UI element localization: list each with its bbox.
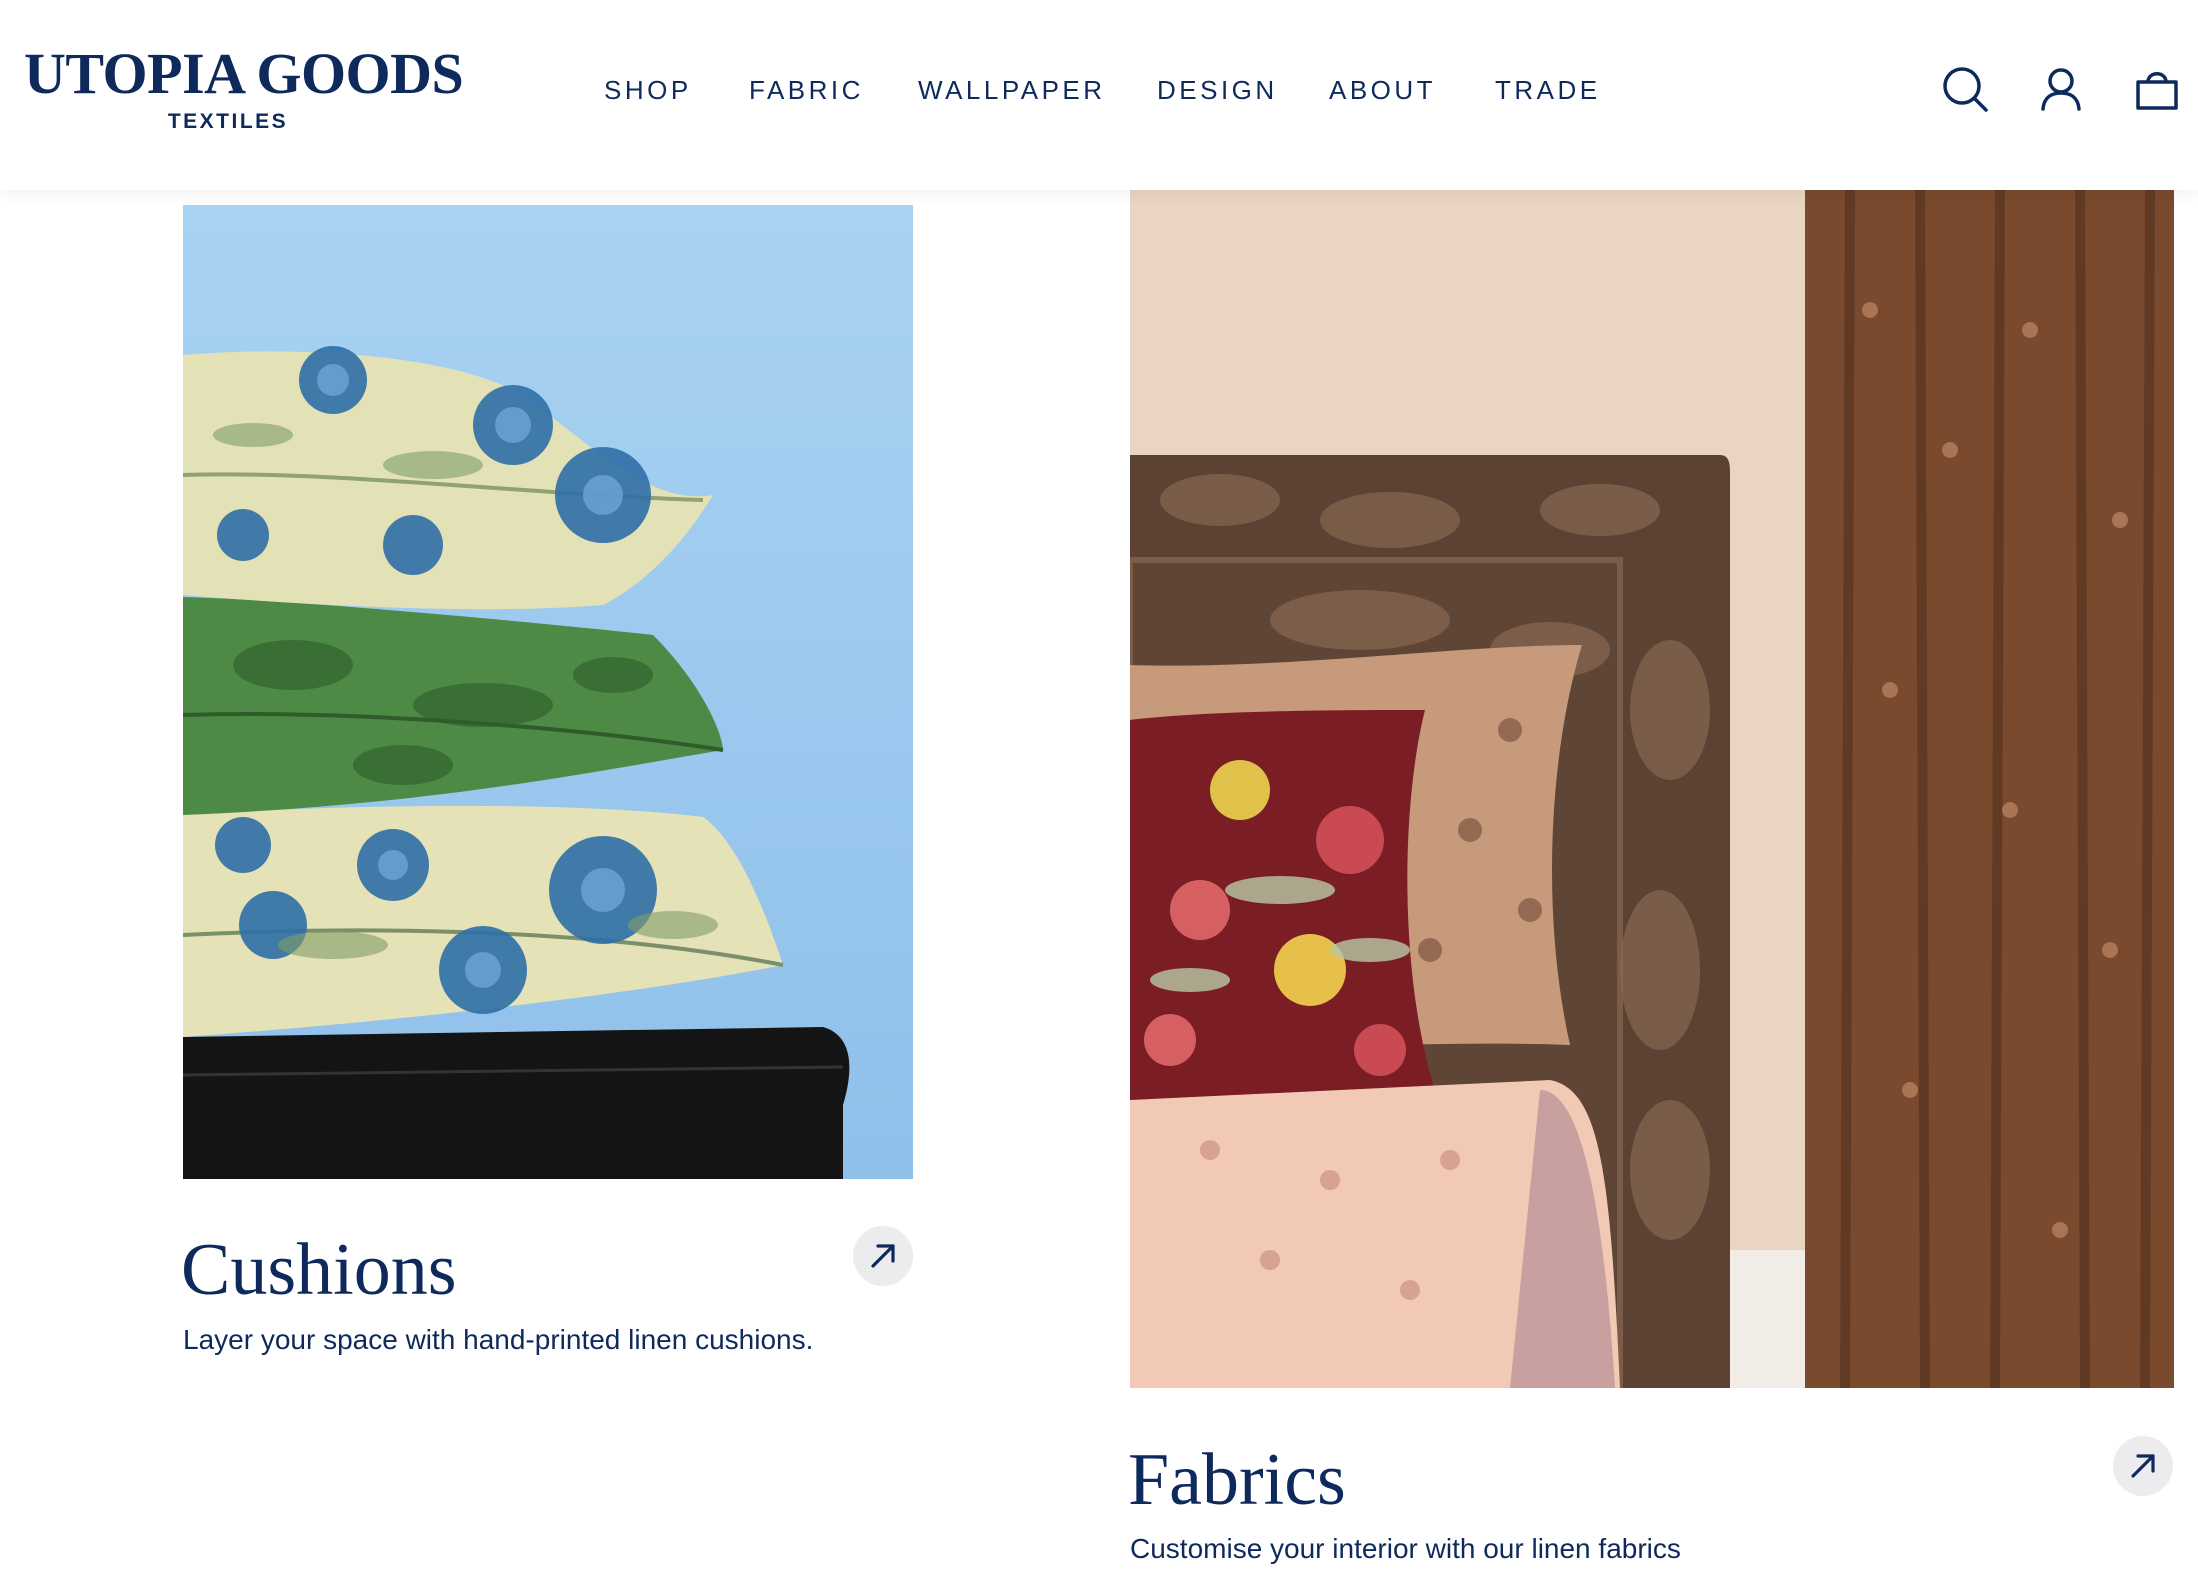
- cushions-arrow-button[interactable]: [853, 1226, 913, 1286]
- fabrics-title[interactable]: Fabrics: [1128, 1440, 1346, 1520]
- arrow-up-right-icon: [871, 1244, 895, 1268]
- nav-item-design[interactable]: DESIGN: [1157, 72, 1278, 108]
- cart-icon[interactable]: [2127, 60, 2187, 120]
- site-header: UTOPIA GOODS TEXTILES SHOP FABRIC WALLPA…: [0, 0, 2198, 190]
- cushions-title[interactable]: Cushions: [181, 1230, 457, 1310]
- nav-item-about[interactable]: ABOUT: [1329, 72, 1436, 108]
- brand-subtitle: TEXTILES: [167, 110, 289, 133]
- nav-item-shop[interactable]: SHOP: [604, 72, 692, 108]
- page: UTOPIA GOODS TEXTILES SHOP FABRIC WALLPA…: [0, 0, 2198, 1596]
- account-icon[interactable]: [2031, 60, 2091, 120]
- brand-name: UTOPIA GOODS: [24, 41, 464, 106]
- fabrics-arrow-button[interactable]: [2113, 1436, 2173, 1496]
- nav-item-fabric[interactable]: FABRIC: [749, 72, 864, 108]
- arrow-up-right-icon: [2131, 1454, 2155, 1478]
- nav-item-trade[interactable]: TRADE: [1495, 72, 1601, 108]
- search-icon[interactable]: [1936, 60, 1996, 120]
- cushions-description: Layer your space with hand-printed linen…: [183, 1324, 814, 1355]
- stacked-floral-cushions-image[interactable]: [183, 205, 913, 1179]
- bedroom-fabrics-image[interactable]: [1130, 190, 2174, 1388]
- brand-logo[interactable]: UTOPIA GOODS TEXTILES: [24, 41, 464, 134]
- fabrics-description: Customise your interior with our linen f…: [1130, 1533, 1681, 1564]
- nav-item-wallpaper[interactable]: WALLPAPER: [918, 72, 1106, 108]
